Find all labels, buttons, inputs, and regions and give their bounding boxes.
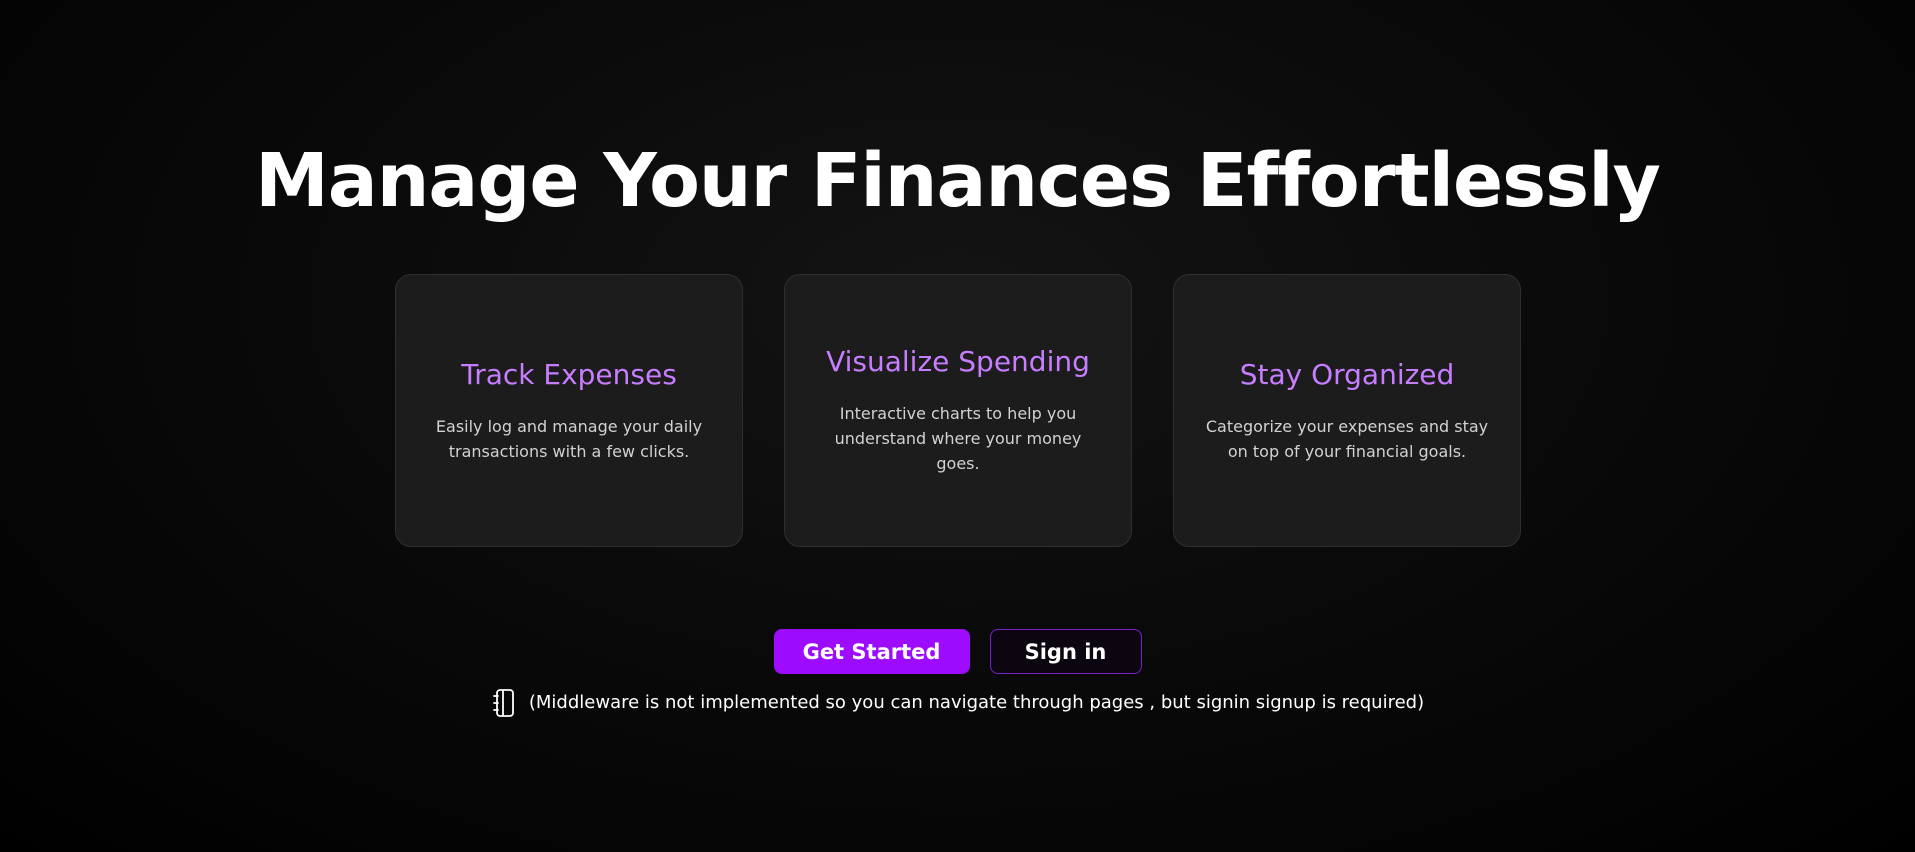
sign-in-button[interactable]: Sign in bbox=[989, 629, 1142, 674]
feature-description: Interactive charts to help you understan… bbox=[834, 404, 1082, 473]
feature-card-track-expenses: Track Expenses Easily log and manage you… bbox=[395, 274, 743, 547]
middleware-note: (Middleware is not implemented so you ca… bbox=[0, 688, 1915, 718]
feature-title: Visualize Spending bbox=[826, 345, 1090, 378]
feature-card-stay-organized: Stay Organized Categorize your expenses … bbox=[1173, 274, 1521, 547]
notebook-icon bbox=[491, 688, 517, 718]
get-started-button[interactable]: Get Started bbox=[773, 629, 970, 674]
feature-card-visualize-spending: Visualize Spending Interactive charts to… bbox=[784, 274, 1132, 547]
feature-cards: Track Expenses Easily log and manage you… bbox=[395, 274, 1525, 549]
landing-page: Manage Your Finances Effortlessly Track … bbox=[0, 0, 1915, 852]
feature-description: Easily log and manage your daily transac… bbox=[435, 416, 703, 461]
note-text: (Middleware is not implemented so you ca… bbox=[528, 692, 1425, 713]
feature-description: Categorize your expenses and stay on top… bbox=[1205, 416, 1489, 461]
cta-actions: Get Started Sign in bbox=[0, 629, 1915, 674]
hero-title: Manage Your Finances Effortlessly bbox=[255, 138, 1661, 224]
feature-title: Track Expenses bbox=[461, 357, 677, 391]
feature-title: Stay Organized bbox=[1239, 357, 1455, 391]
